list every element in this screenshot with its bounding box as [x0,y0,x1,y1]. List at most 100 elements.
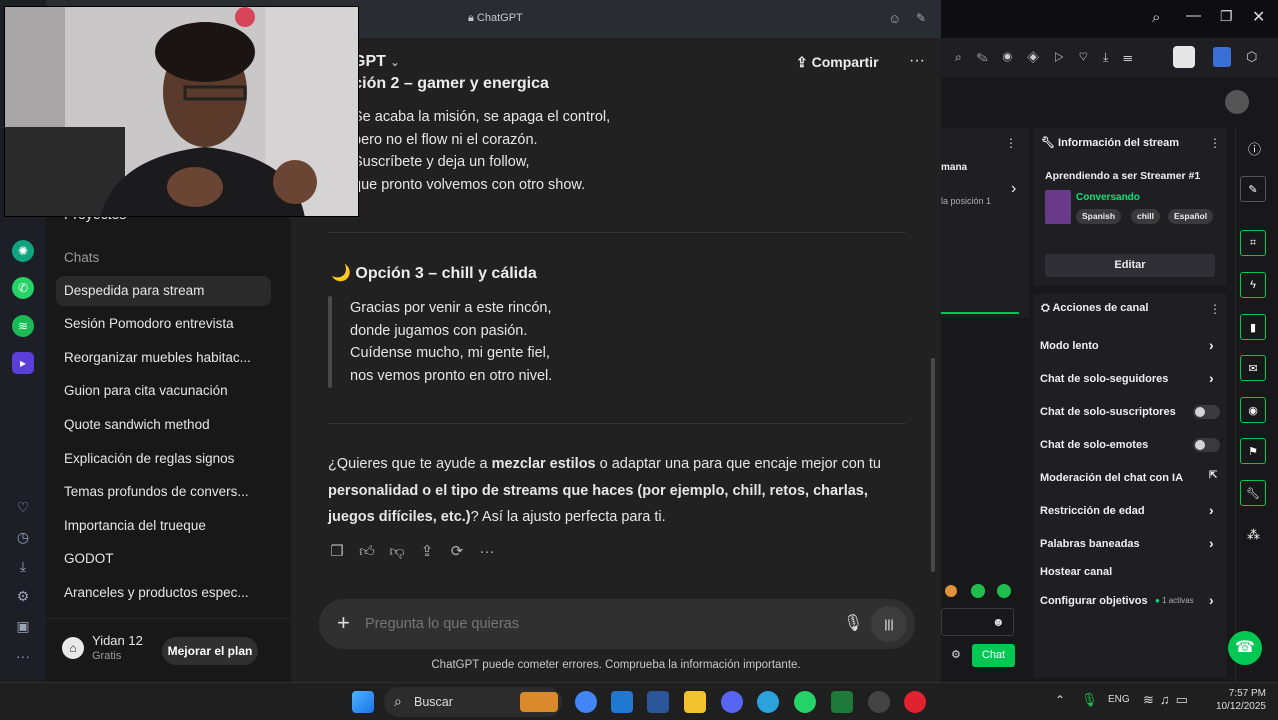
chat-item[interactable]: Aranceles y productos espec... [56,578,271,608]
chevron-up-icon[interactable]: ⌃ [1055,693,1065,707]
avatar[interactable] [1225,90,1249,114]
pin-icon[interactable]: ✎ [916,11,926,25]
chat-button[interactable]: Chat [972,644,1015,667]
chevron-right-icon[interactable]: › [1209,592,1214,608]
chat-input[interactable]: ☻ [941,608,1014,636]
subs-only-toggle[interactable] [1193,405,1220,419]
extensions-icon[interactable]: ⬡ [1246,49,1257,65]
copy-icon[interactable]: ❐ [328,543,346,561]
chevron-right-icon[interactable]: › [1209,337,1214,353]
panel-menu-icon[interactable]: ⋮ [1005,136,1017,150]
action-slow-mode[interactable]: Modo lento [1040,340,1220,352]
toolbar-icons[interactable]: ⌕✎◉◈▷♡⤓☰ [955,50,1147,65]
spotify-icon[interactable]: ≋ [12,315,34,337]
avatar[interactable]: ⌂ [62,637,84,659]
whatsapp-icon[interactable]: ✆ [12,277,34,299]
thumbs-down-icon[interactable]: 👎︎ [388,543,406,561]
panel-menu-icon[interactable]: ⋮ [1209,136,1221,150]
opera-gx-icon[interactable] [868,691,890,713]
emoji-icon[interactable]: ☺ [888,11,901,26]
language-indicator[interactable]: ENG [1108,694,1130,705]
share-button[interactable]: ⇪ Compartir [796,54,879,71]
history-icon[interactable]: ◷ [14,528,32,546]
close-icon[interactable]: ✕ [1252,7,1265,27]
panel-menu-icon[interactable]: ⋮ [1209,302,1221,316]
extension-icon[interactable] [1173,46,1195,68]
more-icon[interactable]: ··· [14,647,32,665]
broadcast-icon[interactable]: ◉ [1240,397,1266,423]
emote-icon[interactable] [971,584,985,598]
action-host-channel[interactable]: Hostear canal [1040,566,1220,578]
chat-item[interactable]: Explicación de reglas signos [56,444,271,474]
emote-icon[interactable] [997,584,1011,598]
share-icon[interactable]: ⇪ [418,543,436,561]
external-link-icon[interactable]: ⇱ [1209,470,1217,481]
upgrade-button[interactable]: Mejorar el plan [162,637,258,665]
thumbs-up-icon[interactable]: 👍︎ [358,543,376,561]
chat-item[interactable]: Reorganizar muebles habitac... [56,343,271,373]
action-ai-moderation[interactable]: Moderación del chat con IA [1040,472,1220,484]
plus-icon[interactable]: + [337,610,350,636]
settings-icon[interactable]: ⚙ [14,587,32,605]
clip-icon[interactable]: ⌗ [1240,230,1266,256]
vscode-icon[interactable] [611,691,633,713]
taskbar-search[interactable]: ⌕ Buscar [384,687,562,717]
clock[interactable]: 7:57 PM 10/12/2025 [1206,687,1266,713]
action-followers-only[interactable]: Chat de solo-seguidores [1040,373,1220,385]
regenerate-icon[interactable]: ⟳ [448,543,466,561]
chat-item[interactable]: GODOT [56,544,271,574]
whatsapp-icon[interactable] [794,691,816,713]
system-tray-icons[interactable]: ≋♫▭ [1143,692,1194,708]
word-icon[interactable] [647,691,669,713]
user-name[interactable]: Yidan 12 [92,633,143,648]
options-icon[interactable]: ··· [909,52,925,70]
download-icon[interactable]: ⤓ [14,557,32,575]
emote-icon[interactable] [945,585,957,597]
chat-item[interactable]: Sesión Pomodoro entrevista [56,309,271,339]
apps-icon[interactable]: ⁂ [1247,527,1260,543]
discord-icon[interactable] [721,691,743,713]
wrench-icon[interactable]: 🔧︎ [1240,480,1266,506]
copilot-icon[interactable] [575,691,597,713]
edit-button[interactable]: Editar [1045,254,1215,277]
chatgpt-icon[interactable]: ✺ [12,240,34,262]
model-selector[interactable]: GPT ⌄ [353,53,400,71]
settings-icon[interactable]: ⚙ [951,648,961,661]
chevron-right-icon[interactable]: › [1209,370,1214,386]
minimize-icon[interactable]: — [1186,7,1201,24]
extension-icon[interactable]: ▣ [14,617,32,635]
chat-item[interactable]: Guion para cita vacunación [56,376,271,406]
action-banned-words[interactable]: Palabras baneadas [1040,538,1220,550]
translate-icon[interactable] [1213,47,1231,67]
excel-icon[interactable] [831,691,853,713]
telegram-icon[interactable] [757,691,779,713]
more-icon[interactable]: ··· [478,543,496,561]
chat-bubble-icon[interactable]: ✉ [1240,355,1266,381]
chat-item[interactable]: Importancia del trueque [56,511,271,541]
windows-start-icon[interactable] [352,691,374,713]
scrollbar[interactable] [931,358,935,572]
heart-icon[interactable]: ♡ [14,498,32,516]
restore-icon[interactable]: ❐ [1220,8,1233,25]
emotes-only-toggle[interactable] [1193,438,1220,452]
voice-mode-button[interactable]: ||| [871,606,907,642]
lightning-icon[interactable]: ϟ [1240,272,1266,298]
action-age-restriction[interactable]: Restricción de edad [1040,505,1220,517]
chat-item[interactable]: Temas profundos de convers... [56,477,271,507]
bookmark-icon[interactable]: ▮ [1240,314,1266,340]
chat-item[interactable]: Quote sandwich method [56,410,271,440]
edit-icon[interactable]: ✎ [1240,176,1266,202]
help-button[interactable]: ☎ [1228,631,1262,665]
tag[interactable]: chill [1131,209,1161,224]
opera-icon[interactable] [904,691,926,713]
chevron-right-icon[interactable]: › [1209,502,1214,518]
microphone-icon[interactable]: 🎙︎ [843,613,863,633]
emoji-icon[interactable]: ☻ [992,615,1005,629]
microphone-icon[interactable]: 🎙︎ [1081,692,1098,708]
chat-item[interactable]: Despedida para stream [56,276,271,306]
prompt-input[interactable] [365,613,785,635]
raid-icon[interactable]: ⚑ [1240,438,1266,464]
chevron-right-icon[interactable]: › [1209,535,1214,551]
info-icon[interactable]: ⓘ [1248,139,1261,158]
tag[interactable]: Español [1168,209,1214,224]
